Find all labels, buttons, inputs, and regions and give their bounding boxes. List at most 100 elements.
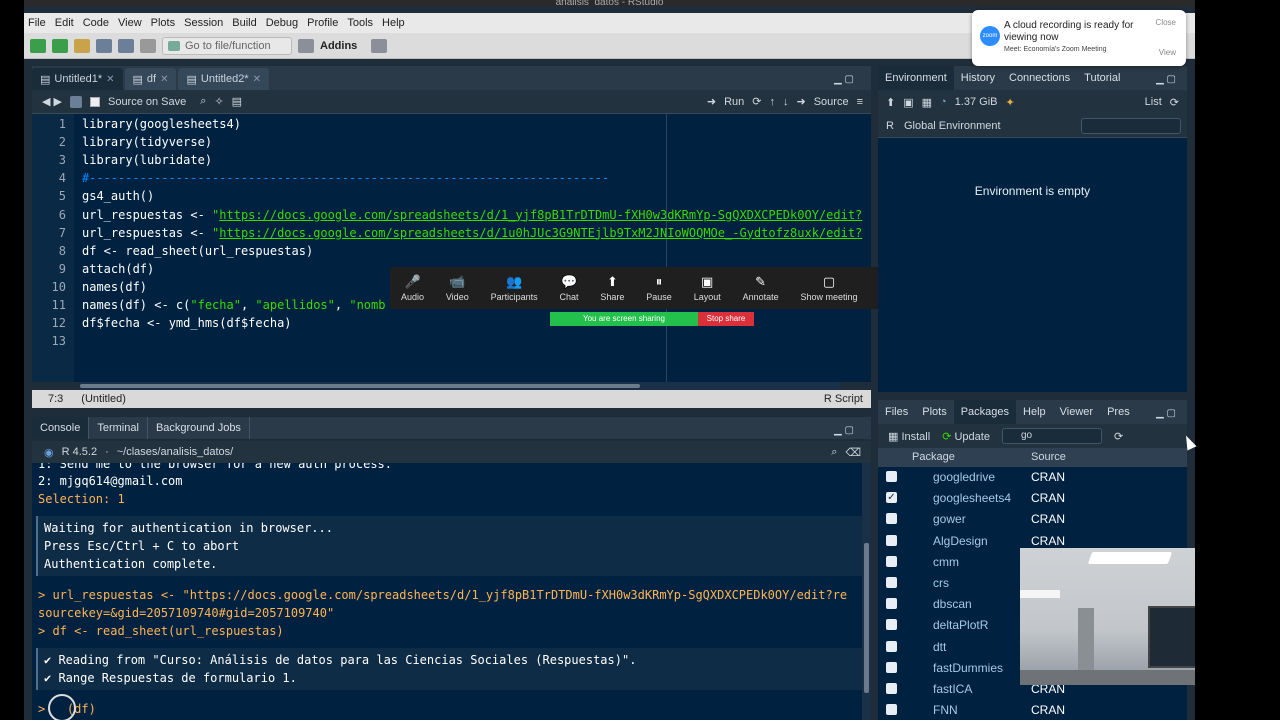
- menu-debug[interactable]: Debug: [266, 17, 298, 29]
- tab-console[interactable]: Console: [32, 417, 90, 439]
- update-button[interactable]: ⟳ Update: [942, 430, 990, 443]
- package-name[interactable]: cmm: [933, 555, 959, 569]
- zoom-participants-button[interactable]: 👥 Participants: [491, 274, 538, 302]
- col-package[interactable]: Package: [912, 451, 955, 463]
- package-name[interactable]: googlesheets4: [933, 491, 1011, 505]
- rerun-icon[interactable]: ⟳: [752, 95, 761, 108]
- go-to-file-input[interactable]: Go to file/function: [162, 36, 292, 55]
- package-checkbox[interactable]: [886, 640, 897, 652]
- notification-view-button[interactable]: View: [1159, 48, 1176, 57]
- language-selector[interactable]: R: [886, 120, 894, 132]
- outline-icon[interactable]: ≡: [857, 96, 863, 108]
- env-minimize-icon[interactable]: ▁ ▢: [1156, 74, 1176, 85]
- stop-share-button[interactable]: Stop share: [698, 312, 754, 326]
- tab-help[interactable]: Help: [1016, 400, 1053, 424]
- new-file-icon[interactable]: [30, 38, 46, 53]
- menu-build[interactable]: Build: [232, 17, 256, 29]
- environment-search-input[interactable]: [1081, 117, 1181, 134]
- package-search-input[interactable]: go: [1001, 428, 1102, 444]
- zoom-audio-button[interactable]: 🎤 Audio: [401, 274, 424, 302]
- package-checkbox[interactable]: [886, 704, 897, 716]
- menu-session[interactable]: Session: [184, 17, 223, 29]
- menu-plots[interactable]: Plots: [151, 17, 175, 29]
- scope-selector[interactable]: Global Environment: [904, 120, 1001, 132]
- tab-environment[interactable]: Environment: [878, 66, 954, 90]
- save-all-icon[interactable]: [118, 38, 134, 53]
- package-checkbox[interactable]: [886, 683, 897, 694]
- layout-icon[interactable]: [371, 38, 388, 53]
- tab-background-jobs[interactable]: Background Jobs: [148, 417, 250, 439]
- package-name[interactable]: gower: [933, 512, 966, 526]
- broom-icon[interactable]: ✦: [1006, 96, 1015, 109]
- new-project-icon[interactable]: [52, 38, 68, 53]
- scope-selector[interactable]: (Untitled): [81, 393, 126, 405]
- source-on-save-checkbox[interactable]: [89, 96, 100, 107]
- minimize-icon[interactable]: ▁ ▢: [834, 74, 854, 85]
- load-workspace-icon[interactable]: ⬆: [886, 96, 895, 109]
- save-workspace-icon[interactable]: ▣: [903, 96, 913, 109]
- memory-usage[interactable]: 1.37 GiB: [955, 96, 998, 108]
- package-checkbox[interactable]: [886, 619, 897, 631]
- back-arrow-icon[interactable]: ◀ ▶: [42, 95, 62, 108]
- package-name[interactable]: googledrive: [933, 470, 995, 484]
- down-arrow-icon[interactable]: ↓: [783, 96, 789, 108]
- package-name[interactable]: AlgDesign: [933, 534, 988, 548]
- tab-files[interactable]: Files: [878, 400, 915, 424]
- console-search-icon[interactable]: ⌕: [831, 446, 837, 459]
- zoom-chat-button[interactable]: 💬 Chat: [559, 274, 578, 302]
- menu-code[interactable]: Code: [83, 17, 109, 29]
- refresh-icon[interactable]: ⟳: [1114, 430, 1123, 443]
- compile-icon[interactable]: ▤: [232, 95, 242, 108]
- code-editor[interactable]: 1 library(googlesheets4) 2 library(tidyvers…: [32, 114, 871, 382]
- open-file-icon[interactable]: [74, 38, 90, 53]
- import-dataset-icon[interactable]: ▦: [922, 96, 932, 109]
- console-output[interactable]: 1: Send me to the browser for a new auth…: [32, 463, 862, 720]
- menu-view[interactable]: View: [118, 17, 142, 29]
- files-minimize-icon[interactable]: ▁ ▢: [1156, 408, 1176, 419]
- editor-tab[interactable]: ▤ Untitled1* ✕: [32, 68, 123, 90]
- col-source[interactable]: Source: [1031, 451, 1066, 463]
- tab-packages[interactable]: Packages: [953, 400, 1017, 424]
- package-name[interactable]: dbscan: [933, 597, 972, 611]
- tab-plots[interactable]: Plots: [915, 400, 953, 424]
- zoom-annotate-button[interactable]: ✎ Annotate: [743, 274, 779, 302]
- tab-history[interactable]: History: [954, 66, 1002, 90]
- console-vscrollbar[interactable]: [862, 463, 871, 720]
- package-checkbox[interactable]: [886, 534, 897, 546]
- package-name[interactable]: FNN: [933, 703, 958, 717]
- package-checkbox[interactable]: [886, 577, 897, 588]
- zoom-video-button[interactable]: 📹 Video: [446, 274, 469, 302]
- package-name[interactable]: fastDummies: [933, 661, 1003, 675]
- package-checkbox[interactable]: ✓: [886, 492, 897, 504]
- source-button[interactable]: Source: [814, 96, 849, 108]
- zoom-pause-button[interactable]: ⏸ Pause: [646, 274, 672, 302]
- up-arrow-icon[interactable]: ↑: [770, 96, 776, 108]
- package-name[interactable]: fastICA: [933, 682, 972, 696]
- editor-hscrollbar[interactable]: [80, 382, 840, 390]
- package-checkbox[interactable]: [886, 555, 897, 567]
- view-mode-selector[interactable]: List: [1145, 96, 1162, 108]
- package-checkbox[interactable]: [886, 661, 897, 673]
- install-button[interactable]: ▦ Install: [888, 430, 930, 443]
- menu-tools[interactable]: Tools: [347, 17, 373, 29]
- zoom-show-meeting-button[interactable]: ▢ Show meeting: [801, 274, 858, 302]
- package-checkbox[interactable]: [886, 471, 897, 482]
- working-directory[interactable]: ~/clases/analisis_datos/: [117, 446, 233, 458]
- tab-terminal[interactable]: Terminal: [89, 417, 148, 439]
- tab-pres[interactable]: Pres: [1100, 400, 1137, 424]
- zoom-share-button[interactable]: ⬆ Share: [600, 274, 624, 302]
- editor-tab[interactable]: ▤ Untitled2* ✕: [178, 68, 269, 90]
- package-name[interactable]: deltaPlotR: [933, 618, 988, 632]
- close-tab-icon[interactable]: ✕: [106, 74, 114, 85]
- clear-console-icon[interactable]: ⌫: [845, 446, 861, 459]
- tab-tutorial[interactable]: Tutorial: [1077, 66, 1127, 90]
- close-tab-icon[interactable]: ✕: [160, 74, 168, 85]
- package-name[interactable]: crs: [933, 576, 949, 590]
- package-name[interactable]: dtt: [933, 640, 946, 654]
- close-tab-icon[interactable]: ✕: [253, 74, 261, 85]
- refresh-icon[interactable]: ⟳: [1170, 96, 1179, 109]
- package-checkbox[interactable]: [886, 598, 897, 610]
- tab-connections[interactable]: Connections: [1002, 66, 1077, 90]
- menu-help[interactable]: Help: [382, 17, 405, 29]
- package-checkbox[interactable]: [886, 513, 897, 525]
